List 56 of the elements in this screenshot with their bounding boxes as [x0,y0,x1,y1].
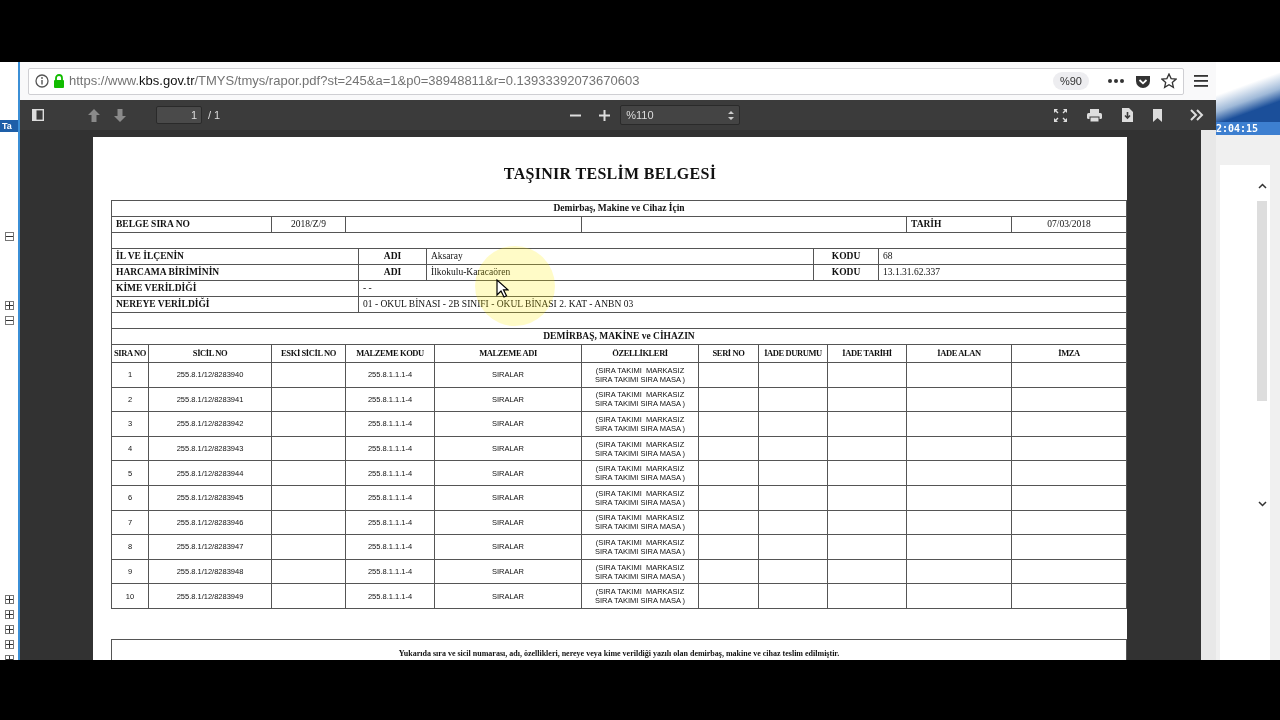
url-text: https://www.kbs.gov.tr/TMYS/tmys/rapor.pdf?st=245&a=1&p0=38948811&r=0.13933392073670603 [69,72,640,91]
document-title: TAŞINIR TESLİM BELGESİ [502,163,718,185]
field-label: HARCAMA BİRİMİNİN [115,265,221,279]
column-header: İMZA [1011,345,1126,362]
column-header: SERİ NO [698,345,758,362]
column-header: İADE TARİHİ [827,345,906,362]
app-title-text: Ta [0,120,18,132]
column-header: İADE DURUMU [758,345,827,362]
column-header: ESKİ SİCİL NO [271,345,345,362]
lock-icon [53,74,65,88]
more-icon[interactable] [1107,78,1125,84]
footer-note: Yukarıda sıra ve sicil numarası, adı, özellikleri, nereye veya kime verildiği yazılı olan demirbaş, makine ve cihaz teslim edilmiştir. [398,648,840,658]
page-count: / 1 [208,107,221,123]
menu-icon[interactable] [1194,75,1208,87]
clock-text: 2:04:15 [1216,123,1259,134]
page-number-field[interactable]: 1 [156,106,202,124]
column-header: MALZEME KODU [345,345,434,362]
expand-icon[interactable] [5,301,14,310]
field-label: İL VE İLÇENİN [115,249,185,263]
viewer-scrollbar[interactable] [1201,130,1216,660]
collapse-icon[interactable] [5,232,14,241]
field-label: TARİH [906,217,1011,232]
logo-banner [1216,62,1280,122]
field-value: Aksaray [426,249,813,264]
field-value: 2018/Z/9 [271,217,345,232]
column-header: MALZEME ADI [434,345,581,362]
form-subtitle: Demirbaş, Makine ve Cihaz İçin [552,201,686,215]
column-header: SIRA NO [113,347,147,360]
field-value: 13.1.31.62.337 [878,265,1126,280]
collapse-icon[interactable] [5,316,14,325]
field-label: NEREYE VERİLDİĞİ [115,297,211,311]
field-label: KODU [813,249,878,264]
zoom-level[interactable]: %90 [1052,71,1089,91]
expand-icon[interactable] [5,610,14,619]
field-label: BELGE SIRA NO [115,218,191,231]
address-bar[interactable]: https://www.kbs.gov.tr/TMYS/tmys/rapor.pdf?st=245&a=1&p0=38948811&r=0.13933392073670603 %90 [28,67,1184,95]
expand-icon[interactable] [5,625,14,634]
column-header: ÖZELLİKLERİ [581,345,698,362]
field-label: KİME VERİLDİĞİ [115,281,198,295]
expand-icon[interactable] [5,640,14,649]
field-value: 68 [878,249,1126,264]
section-title: DEMİRBAŞ, MAKİNE ve CİHAZIN [542,329,696,343]
zoom-select[interactable]: %110 [620,105,741,125]
select-arrows-icon [728,110,735,120]
column-header: İADE ALAN [906,345,1011,362]
expand-icon[interactable] [5,595,14,604]
field-label: KODU [813,265,878,280]
cursor-icon [496,279,509,298]
column-header: SİCİL NO [148,345,271,362]
field-label: ADI [358,249,426,264]
field-value: 07/03/2018 [1011,217,1126,232]
star-icon[interactable] [1161,73,1177,89]
scrollbar-thumb[interactable] [1257,201,1267,401]
field-label: ADI [358,265,426,280]
pocket-icon[interactable] [1135,73,1151,89]
info-icon[interactable] [35,74,49,88]
